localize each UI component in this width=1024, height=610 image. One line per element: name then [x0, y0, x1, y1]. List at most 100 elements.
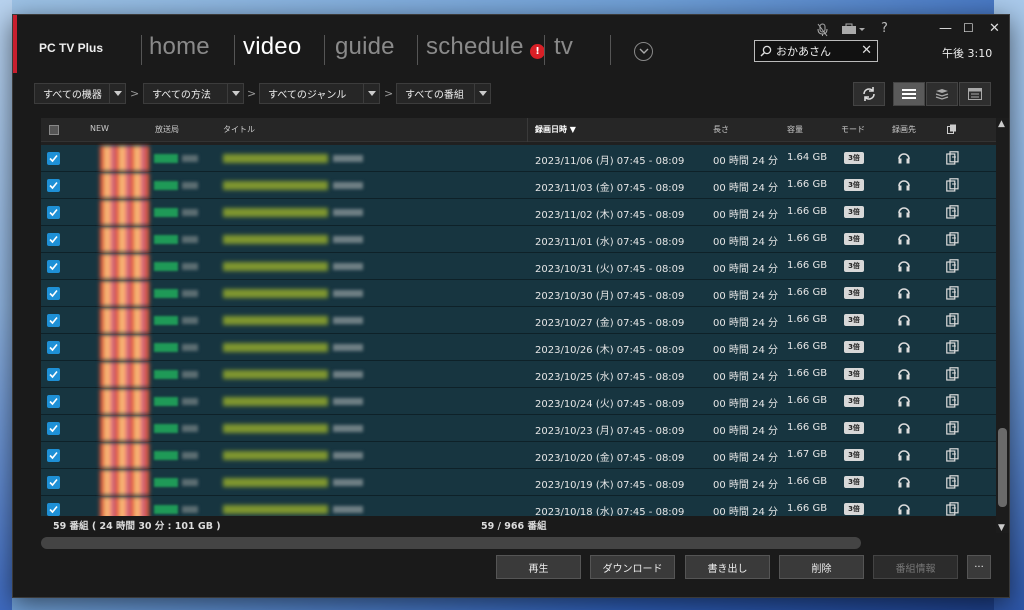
row-checkbox[interactable] [47, 422, 60, 435]
row-checkbox[interactable] [47, 152, 60, 165]
row-checkbox[interactable] [47, 368, 60, 381]
row-checkbox[interactable] [47, 206, 60, 219]
copy-status-icon[interactable] [946, 421, 959, 435]
copy-status-icon[interactable] [946, 205, 959, 219]
table-row[interactable]: 2023/10/24 (火) 07:45 - 08:09 00 時間 24 分 … [41, 388, 996, 415]
table-row[interactable]: 2023/11/01 (水) 07:45 - 08:09 00 時間 24 分 … [41, 226, 996, 253]
clear-search-icon[interactable]: ✕ [861, 43, 872, 58]
horizontal-scrollbar[interactable] [41, 537, 861, 549]
scroll-down-icon[interactable]: ▼ [998, 523, 1005, 533]
program-info-button[interactable]: 番組情報 [873, 555, 958, 579]
table-row[interactable]: 2023/10/30 (月) 07:45 - 08:09 00 時間 24 分 … [41, 280, 996, 307]
scroll-thumb[interactable] [998, 428, 1007, 507]
column-length[interactable]: 長さ [713, 124, 729, 135]
chevron-down-icon[interactable] [227, 84, 243, 103]
copy-status-icon[interactable] [946, 448, 959, 462]
column-title[interactable]: タイトル [223, 124, 255, 135]
table-row[interactable]: 2023/10/25 (水) 07:45 - 08:09 00 時間 24 分 … [41, 361, 996, 388]
stack-view-button[interactable] [926, 82, 958, 106]
table-row[interactable]: 2023/11/06 (月) 07:45 - 08:09 00 時間 24 分 … [41, 145, 996, 172]
recording-mode-badge: 3倍 [844, 395, 864, 407]
filter-genre[interactable]: すべてのジャンル [259, 83, 380, 104]
more-actions-button[interactable]: ··· [967, 555, 991, 579]
row-checkbox[interactable] [47, 260, 60, 273]
table-row[interactable]: 2023/11/02 (木) 07:45 - 08:09 00 時間 24 分 … [41, 199, 996, 226]
column-mode[interactable]: モード [841, 124, 865, 135]
row-checkbox[interactable] [47, 233, 60, 246]
chevron-down-icon[interactable] [109, 84, 125, 103]
more-tabs-chevron-icon[interactable] [634, 42, 653, 61]
close-button[interactable]: ✕ [989, 21, 1000, 36]
row-checkbox[interactable] [47, 179, 60, 192]
program-subtitle [333, 290, 363, 297]
tab-video[interactable]: video [243, 33, 301, 61]
filter-method[interactable]: すべての方法 [143, 83, 244, 104]
row-checkbox[interactable] [47, 395, 60, 408]
table-row[interactable]: 2023/10/26 (木) 07:45 - 08:09 00 時間 24 分 … [41, 334, 996, 361]
tab-home[interactable]: home [149, 33, 210, 61]
channel-name [182, 209, 198, 216]
filter-program[interactable]: すべての番組 [396, 83, 491, 104]
tab-guide[interactable]: guide [335, 33, 395, 61]
export-button[interactable]: 書き出し [685, 555, 770, 579]
mic-off-icon[interactable] [817, 23, 828, 40]
tab-schedule[interactable]: schedule [426, 33, 524, 61]
vertical-scrollbar[interactable]: ▲ ▼ [996, 118, 1009, 533]
column-destination[interactable]: 録画先 [892, 124, 916, 135]
recording-size: 1.66 GB [787, 287, 828, 298]
maximize-button[interactable]: ☐ [963, 21, 974, 35]
copy-status-icon[interactable] [946, 151, 959, 165]
column-datetime[interactable]: 録画日時 ▼ [535, 124, 576, 135]
chevron-down-icon[interactable] [474, 84, 490, 103]
copy-status-icon[interactable] [946, 259, 959, 273]
grid-view-button[interactable] [959, 82, 991, 106]
search-input[interactable] [776, 43, 856, 59]
disk-destination-icon [898, 450, 910, 461]
list-view-button[interactable] [893, 82, 925, 106]
toolbox-menu-icon[interactable] [841, 23, 865, 38]
copy-status-icon[interactable] [946, 367, 959, 381]
row-checkbox[interactable] [47, 476, 60, 489]
row-checkbox[interactable] [47, 449, 60, 462]
filter-device[interactable]: すべての機器 [34, 83, 126, 104]
delete-button[interactable]: 削除 [779, 555, 864, 579]
table-row[interactable]: 2023/11/03 (金) 07:45 - 08:09 00 時間 24 分 … [41, 172, 996, 199]
scroll-up-icon[interactable]: ▲ [998, 119, 1005, 129]
table-row[interactable]: 2023/10/18 (水) 07:45 - 08:09 00 時間 24 分 … [41, 496, 996, 516]
copy-status-icon[interactable] [946, 232, 959, 246]
copy-status-icon[interactable] [946, 313, 959, 327]
help-icon[interactable]: ? [881, 21, 888, 36]
search-box: ✕ [754, 40, 878, 62]
table-row[interactable]: 2023/10/19 (木) 07:45 - 08:09 00 時間 24 分 … [41, 469, 996, 496]
copy-status-icon[interactable] [946, 178, 959, 192]
table-row[interactable]: 2023/10/20 (金) 07:45 - 08:09 00 時間 24 分 … [41, 442, 996, 469]
channel-logo [154, 424, 178, 433]
download-button[interactable]: ダウンロード [590, 555, 675, 579]
column-channel[interactable]: 放送局 [155, 124, 179, 135]
chevron-down-icon[interactable] [363, 84, 379, 103]
select-all-checkbox[interactable] [49, 125, 59, 135]
table-row[interactable]: 2023/10/31 (火) 07:45 - 08:09 00 時間 24 分 … [41, 253, 996, 280]
copy-status-icon[interactable] [946, 340, 959, 354]
refresh-button[interactable] [853, 82, 885, 106]
row-checkbox[interactable] [47, 314, 60, 327]
copy-status-icon[interactable] [946, 394, 959, 408]
play-button[interactable]: 再生 [496, 555, 581, 579]
copy-status-icon[interactable] [946, 286, 959, 300]
table-row[interactable]: 2023/10/27 (金) 07:45 - 08:09 00 時間 24 分 … [41, 307, 996, 334]
recording-datetime: 2023/11/02 (木) 07:45 - 08:09 [535, 210, 685, 221]
column-size[interactable]: 容量 [787, 124, 803, 135]
tab-tv[interactable]: tv [554, 33, 573, 61]
copy-status-icon[interactable] [946, 502, 959, 516]
row-checkbox[interactable] [47, 341, 60, 354]
recording-size: 1.66 GB [787, 368, 828, 379]
row-checkbox[interactable] [47, 287, 60, 300]
column-copy-icon[interactable] [947, 124, 957, 134]
minimize-button[interactable]: — [939, 21, 952, 36]
column-new[interactable]: NEW [90, 124, 109, 133]
copy-status-icon[interactable] [946, 475, 959, 489]
row-checkbox[interactable] [47, 503, 60, 516]
thumbnail [100, 335, 149, 360]
filter-device-label: すべての機器 [43, 90, 102, 101]
table-row[interactable]: 2023/10/23 (月) 07:45 - 08:09 00 時間 24 分 … [41, 415, 996, 442]
